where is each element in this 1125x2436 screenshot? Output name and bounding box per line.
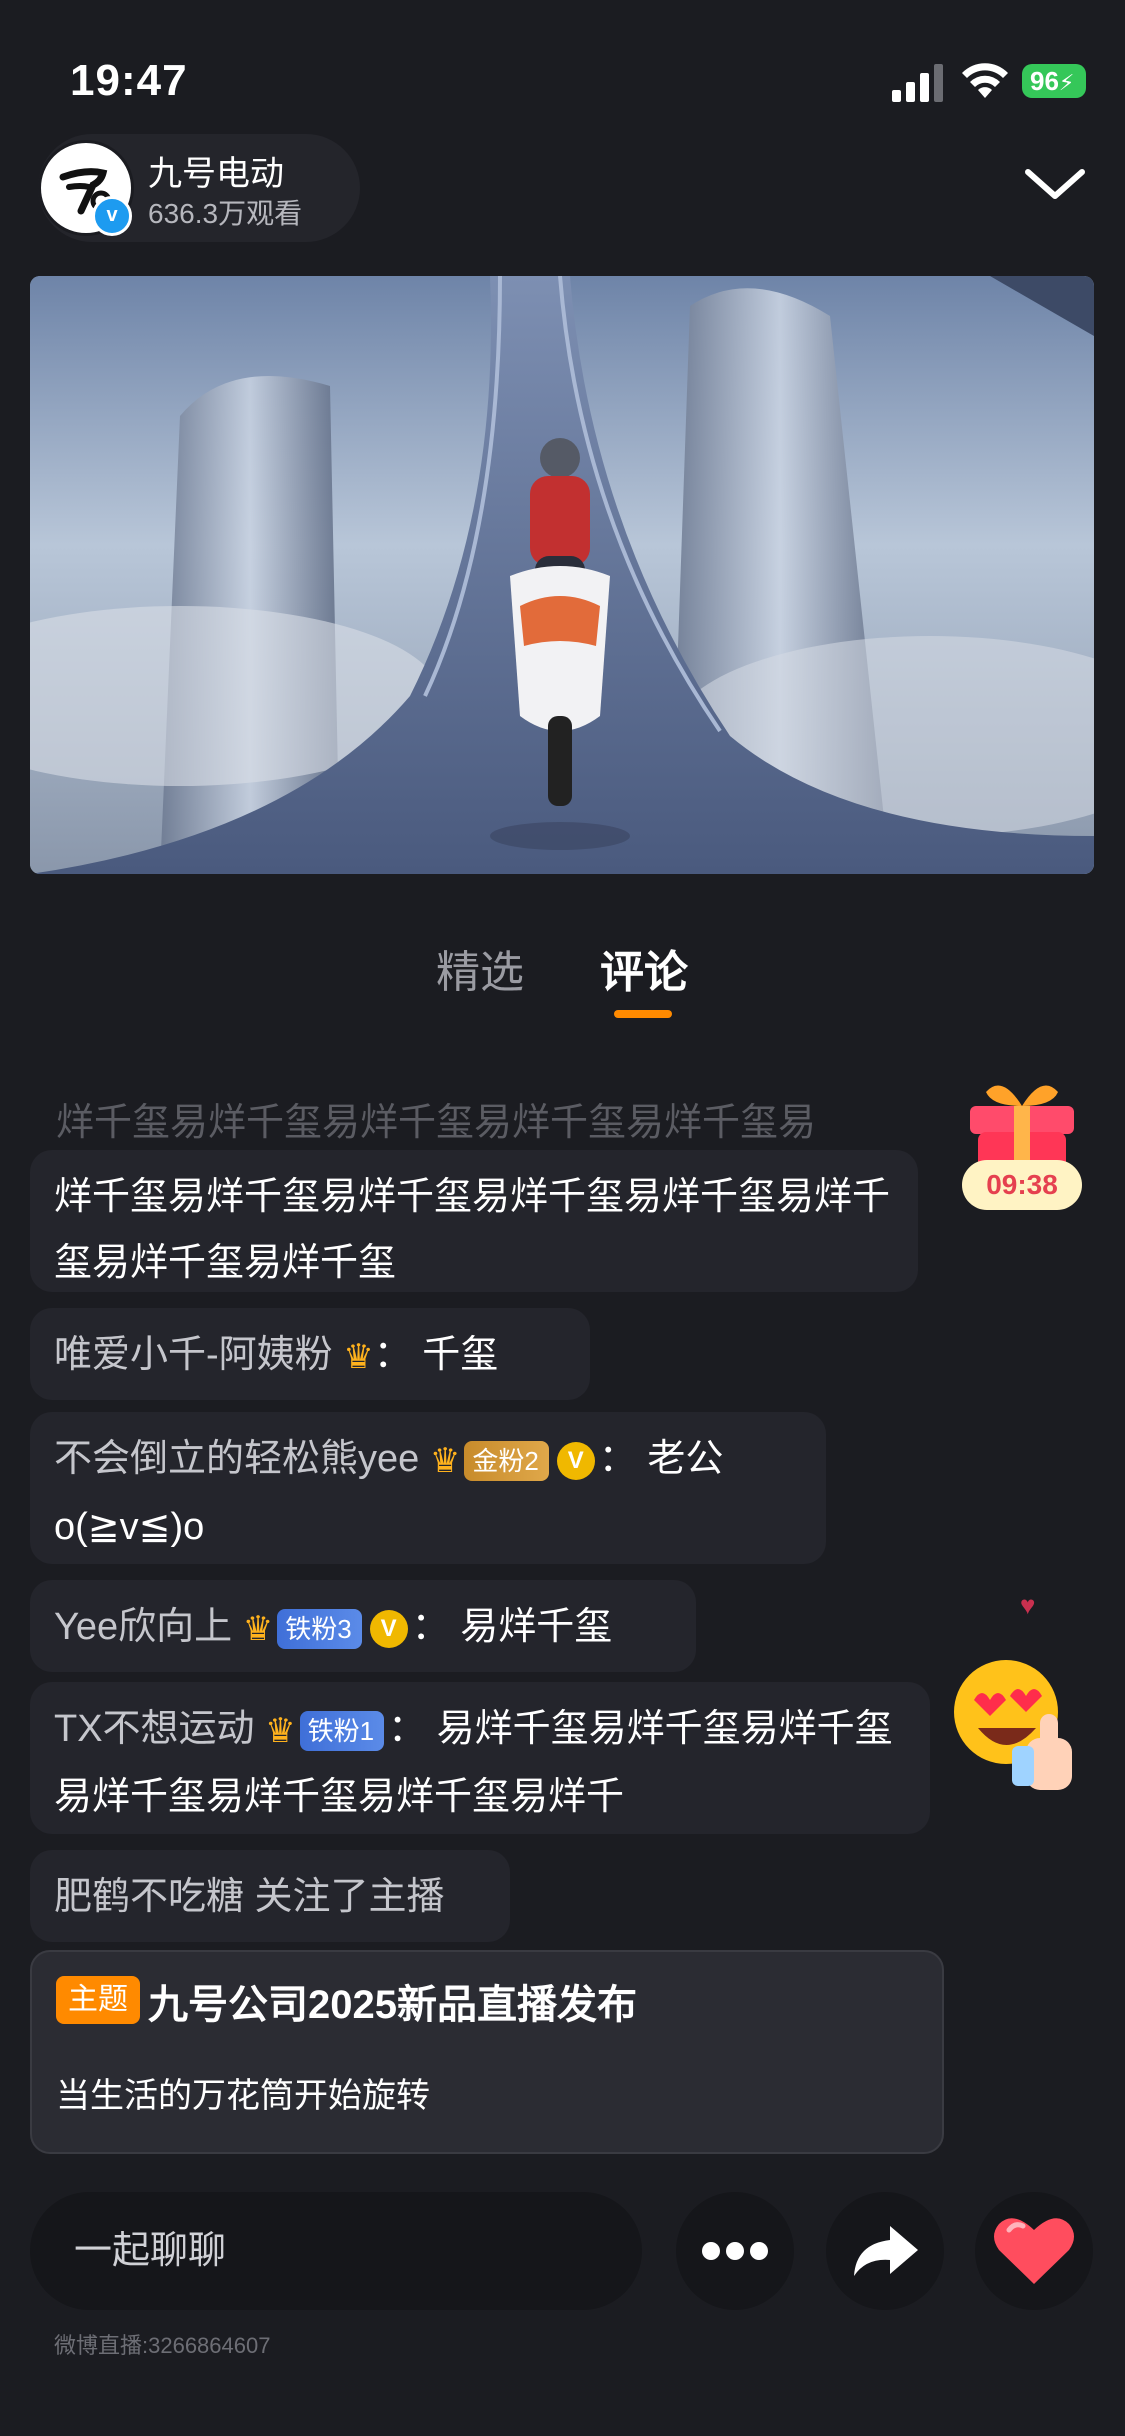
more-dots-icon <box>702 2242 768 2260</box>
battery-indicator: 96⚡ <box>1022 64 1086 98</box>
vip-v-icon: V <box>556 1441 595 1480</box>
share-arrow-icon <box>854 2226 918 2276</box>
comment-separator: ： <box>411 1606 450 1648</box>
comment-username[interactable]: 唯爱小千-阿姨粉 <box>54 1334 333 1376</box>
view-count: 636.3万观看 <box>148 198 303 229</box>
comment-item: 唯爱小千-阿姨粉 ♛： 千玺 <box>30 1308 590 1400</box>
charging-bolt-icon: ⚡ <box>1058 70 1075 95</box>
battery-level: 96 <box>1030 66 1059 96</box>
heart-icon <box>994 2218 1074 2284</box>
comment-item: 不会倒立的轻松熊yee ♛ 金粉2 V： 老公o(≧v≦)o <box>30 1412 826 1564</box>
vip-v-icon: V <box>369 1609 408 1648</box>
crown-fan-icon: ♛ <box>265 1711 296 1750</box>
wifi-icon <box>962 63 1008 98</box>
crown-fan-icon: ♛ <box>343 1337 374 1376</box>
comment-text: 烊千玺易烊千玺易烊千玺易烊千玺易烊千玺易烊千玺易烊千玺易烊千玺 <box>54 1176 891 1284</box>
faded-comment-line: 烊千玺易烊千玺易烊千玺易烊千玺易烊千玺易 <box>56 1102 817 1144</box>
comment-username[interactable]: Yee欣向上 <box>54 1606 232 1648</box>
topic-tag: 主题 <box>56 1976 140 2024</box>
comment-text: 易烊千玺 <box>460 1606 613 1648</box>
cellular-signal-icon <box>892 64 943 102</box>
topic-title[interactable]: 九号公司2025新品直播发布 <box>148 1972 637 2030</box>
fan-level-badge: 金粉2 <box>464 1440 549 1481</box>
crown-fan-icon: ♛ <box>242 1609 274 1648</box>
chat-input[interactable]: 一起聊聊 <box>30 2192 642 2310</box>
active-tab-indicator <box>614 1010 672 1018</box>
live-video-player[interactable] <box>30 276 1094 874</box>
video-frame-scooter-rider <box>30 276 1094 874</box>
fan-level-badge: 铁粉1 <box>299 1710 385 1751</box>
crown-fan-icon: ♛ <box>429 1441 461 1480</box>
verified-badge-icon: v <box>92 196 132 236</box>
comment-username[interactable]: 不会倒立的轻松熊yee <box>54 1438 419 1480</box>
gift-countdown: 09:38 <box>962 1160 1082 1210</box>
like-button[interactable] <box>975 2192 1093 2310</box>
chevron-down-icon[interactable] <box>1020 158 1090 208</box>
more-button[interactable] <box>676 2192 794 2310</box>
comment-separator: ： <box>388 1708 427 1750</box>
comment-username[interactable]: TX不想运动 <box>54 1708 255 1750</box>
comment-separator: ： <box>598 1438 637 1480</box>
small-heart-icon: ♥ <box>1020 1590 1036 1620</box>
tab-featured[interactable]: 精选 <box>436 936 524 1000</box>
fan-level-badge: 铁粉3 <box>277 1608 362 1649</box>
host-name[interactable]: 九号电动 <box>148 146 284 195</box>
comment-text: 千玺 <box>422 1334 499 1376</box>
comment-item: Yee欣向上 ♛ 铁粉3 V： 易烊千玺 <box>30 1580 696 1672</box>
share-button[interactable] <box>826 2192 944 2310</box>
follow-notice: 肥鹤不吃糖 关注了主播 <box>54 1876 445 1918</box>
heart-eyes-thumbs-up-icon <box>954 1660 1072 1790</box>
topic-description: 当生活的万花筒开始旋转 <box>56 2077 430 2115</box>
stream-id: 微博直播:3266864607 <box>54 2333 271 2358</box>
comment-separator: ： <box>373 1334 412 1376</box>
status-time: 19:47 <box>70 56 188 105</box>
comment-item: TX不想运动 ♛ 铁粉1： 易烊千玺易烊千玺易烊千玺易烊千玺易烊千玺易烊千玺易烊千 <box>30 1682 930 1834</box>
comment-item: 烊千玺易烊千玺易烊千玺易烊千玺易烊千玺易烊千玺易烊千玺易烊千玺 <box>30 1150 918 1292</box>
tab-comments[interactable]: 评论 <box>600 936 688 1000</box>
comment-item: 肥鹤不吃糖 关注了主播 <box>30 1850 510 1942</box>
